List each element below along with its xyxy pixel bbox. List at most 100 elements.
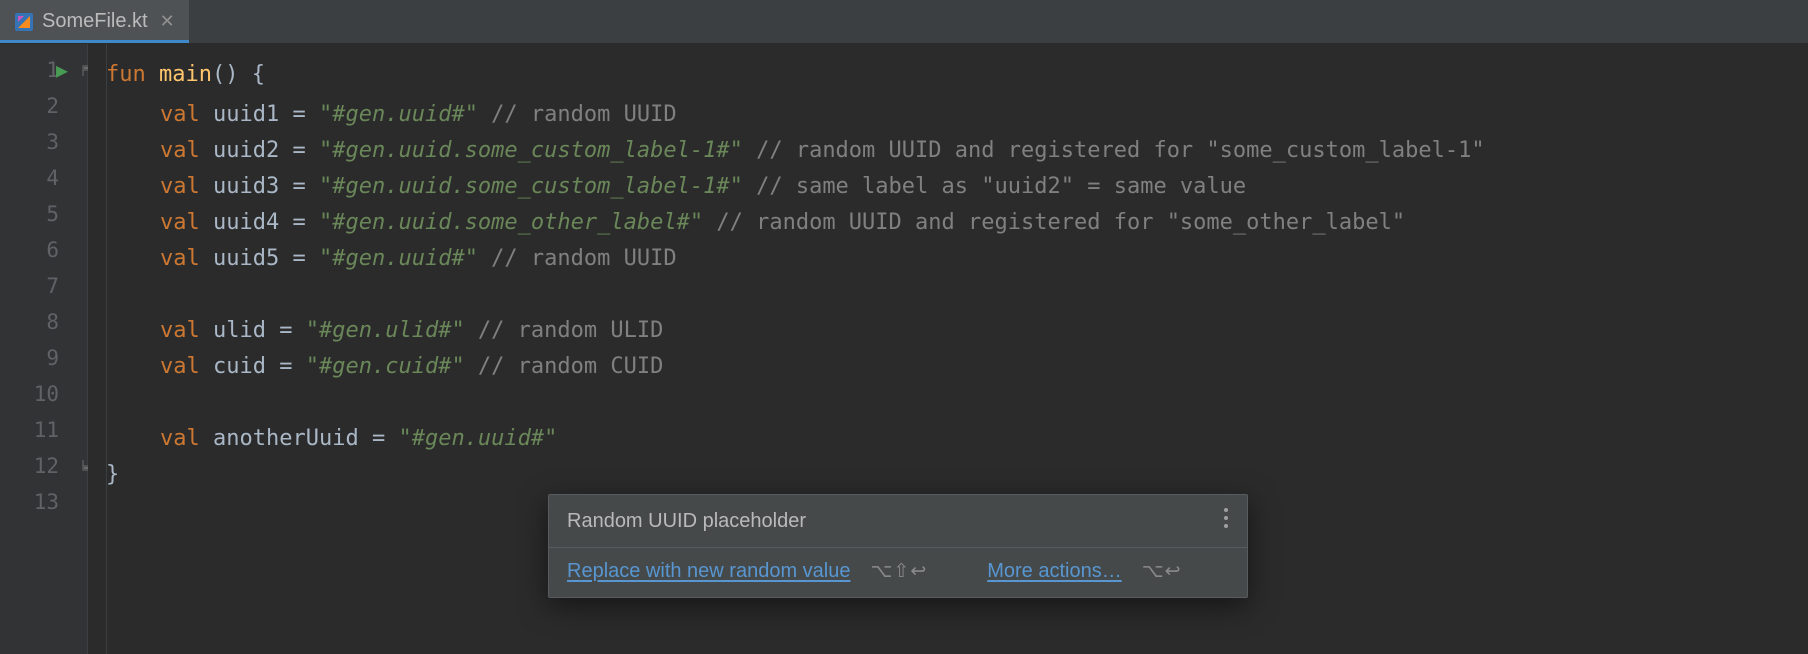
string-quote: " (465, 246, 478, 271)
keyword: val (160, 354, 200, 379)
comment: // same label as "uuid2" = same value (743, 174, 1246, 199)
keyword: val (160, 426, 200, 451)
punct: () { (212, 62, 265, 87)
code-line[interactable]: val uuid3 = "#gen.uuid.some_custom_label… (88, 168, 1808, 204)
string-content: #gen.uuid# (332, 246, 464, 271)
string-content: #gen.uuid.some_custom_label-1# (332, 174, 729, 199)
operator: = (279, 210, 319, 235)
gutter-line[interactable]: 4 (0, 160, 87, 196)
line-number: 7 (46, 274, 59, 298)
code-line[interactable]: fun main() { (88, 52, 1808, 96)
gutter-line[interactable]: 9 (0, 340, 87, 376)
line-number: 13 (34, 490, 59, 514)
popup-title: Random UUID placeholder (567, 510, 806, 533)
keyword: val (160, 138, 200, 163)
gutter-line[interactable]: 11 (0, 412, 87, 448)
editor-tab[interactable]: SomeFile.kt ✕ (0, 0, 189, 43)
code-line[interactable]: val anotherUuid = "#gen.uuid#" (88, 420, 1808, 456)
string-quote: " (319, 138, 332, 163)
comment: // random ULID (465, 318, 664, 343)
keyword: val (160, 210, 200, 235)
kotlin-file-icon (14, 12, 34, 32)
string-quote: " (319, 246, 332, 271)
operator: = (279, 246, 319, 271)
identifier: cuid (213, 354, 266, 379)
string-content: #gen.uuid# (332, 102, 464, 127)
line-number: 2 (46, 94, 59, 118)
string-content: #gen.cuid# (319, 354, 451, 379)
shortcut-hint: ⌥⇧↩ (871, 560, 928, 583)
code-line[interactable]: val uuid2 = "#gen.uuid.some_custom_label… (88, 132, 1808, 168)
comment: // random UUID (478, 102, 677, 127)
close-icon[interactable]: ✕ (160, 11, 175, 32)
keyword: val (160, 102, 200, 127)
string-content: #gen.uuid.some_custom_label-1# (332, 138, 729, 163)
more-actions-link[interactable]: More actions… (987, 560, 1122, 583)
operator: = (279, 102, 319, 127)
line-number: 5 (46, 202, 59, 226)
gutter-line[interactable]: 3 (0, 124, 87, 160)
indent-guide (106, 44, 107, 654)
replace-action-link[interactable]: Replace with new random value (567, 560, 851, 583)
gutter-line[interactable]: 5 (0, 196, 87, 232)
string-quote: " (451, 354, 464, 379)
line-number: 3 (46, 130, 59, 154)
code-line[interactable]: val cuid = "#gen.cuid#" // random CUID (88, 348, 1808, 384)
code-line[interactable]: val uuid4 = "#gen.uuid.some_other_label#… (88, 204, 1808, 240)
tab-filename: SomeFile.kt (42, 10, 148, 33)
run-gutter-icon[interactable]: ▶ (56, 60, 68, 80)
comment: // random UUID and registered for "some_… (743, 138, 1485, 163)
identifier: uuid5 (213, 246, 279, 271)
operator: = (279, 138, 319, 163)
string-content: #gen.uuid.some_other_label# (332, 210, 690, 235)
comment: // random UUID and registered for "some_… (703, 210, 1405, 235)
gutter-line[interactable]: 7 (0, 268, 87, 304)
code-line[interactable]: val uuid5 = "#gen.uuid#" // random UUID (88, 240, 1808, 276)
line-number: 11 (34, 418, 59, 442)
identifier: uuid3 (213, 174, 279, 199)
code-editor[interactable]: 1 ▶ 2 3 4 5 6 7 8 9 10 11 12 13 fun main… (0, 44, 1808, 654)
string-quote: " (465, 102, 478, 127)
string-quote: " (544, 426, 557, 451)
code-line[interactable] (88, 276, 1808, 312)
gutter: 1 ▶ 2 3 4 5 6 7 8 9 10 11 12 13 (0, 44, 88, 654)
string-quote: " (451, 318, 464, 343)
gutter-line[interactable]: 13 (0, 484, 87, 520)
string-quote: " (306, 318, 319, 343)
punct: } (106, 462, 119, 487)
identifier: uuid4 (213, 210, 279, 235)
more-vertical-icon[interactable] (1223, 507, 1229, 535)
gutter-line[interactable]: 6 (0, 232, 87, 268)
string-quote: " (319, 102, 332, 127)
popup-actions: Replace with new random value ⌥⇧↩ More a… (549, 548, 1247, 597)
string-content: #gen.ulid# (319, 318, 451, 343)
function-name: main (159, 62, 212, 87)
line-number: 6 (46, 238, 59, 262)
keyword: val (160, 174, 200, 199)
gutter-line[interactable]: 2 (0, 88, 87, 124)
line-number: 4 (46, 166, 59, 190)
identifier: anotherUuid (213, 426, 359, 451)
intention-popup: Random UUID placeholder Replace with new… (548, 494, 1248, 598)
line-number: 10 (34, 382, 59, 406)
code-line[interactable]: } (88, 456, 1808, 492)
identifier: uuid1 (213, 102, 279, 127)
keyword: val (160, 246, 200, 271)
gutter-line[interactable]: 10 (0, 376, 87, 412)
gutter-line[interactable]: 12 (0, 448, 87, 484)
code-line[interactable] (88, 384, 1808, 420)
string-quote: " (730, 138, 743, 163)
gutter-line[interactable]: 8 (0, 304, 87, 340)
popup-header: Random UUID placeholder (549, 495, 1247, 547)
code-line[interactable]: val uuid1 = "#gen.uuid#" // random UUID (88, 96, 1808, 132)
string-content: #gen.uuid# (412, 426, 544, 451)
string-quote: " (306, 354, 319, 379)
tab-bar: SomeFile.kt ✕ (0, 0, 1808, 44)
operator: = (279, 174, 319, 199)
comment: // random UUID (478, 246, 677, 271)
code-line[interactable]: val ulid = "#gen.ulid#" // random ULID (88, 312, 1808, 348)
string-quote: " (319, 174, 332, 199)
gutter-line[interactable]: 1 ▶ (0, 44, 87, 88)
keyword: val (160, 318, 200, 343)
string-quote: " (690, 210, 703, 235)
